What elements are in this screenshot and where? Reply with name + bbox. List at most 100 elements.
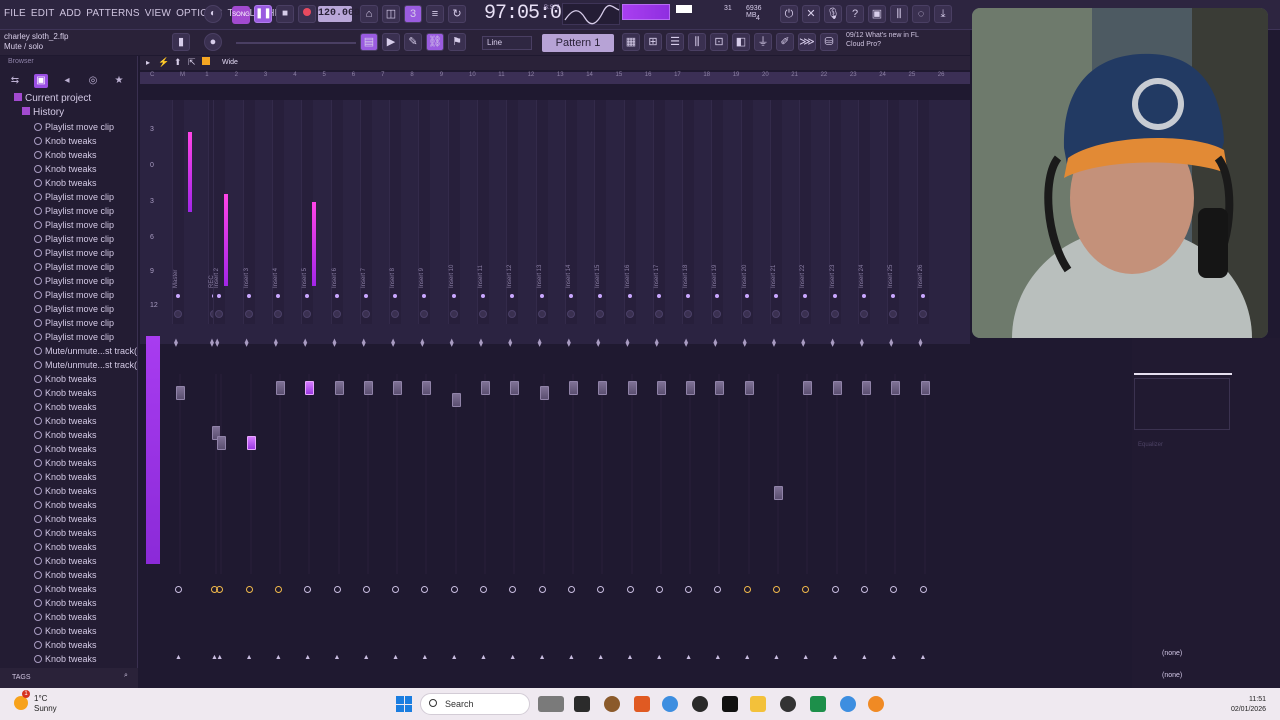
stop-button[interactable]: ■: [276, 5, 294, 23]
mixer-strip[interactable]: [506, 100, 519, 324]
mixer-strip[interactable]: [652, 100, 665, 324]
terminal-icon[interactable]: [574, 696, 590, 712]
record-app-icon[interactable]: [692, 696, 708, 712]
taskbar-clock[interactable]: 11:51 02/01/2026: [1231, 695, 1266, 715]
history-item[interactable]: Knob tweaks: [0, 148, 137, 162]
volume-fader[interactable]: [305, 381, 315, 395]
pan-knob[interactable]: [537, 310, 546, 318]
fx-enable-switch[interactable]: [860, 586, 868, 593]
history-item[interactable]: Knob tweaks: [0, 470, 137, 484]
history-item[interactable]: Playlist move clip: [0, 204, 137, 218]
volume-fader[interactable]: [568, 381, 578, 395]
route-indicator[interactable]: [334, 294, 339, 298]
volume-fader[interactable]: [861, 381, 871, 395]
mixer-strip[interactable]: [172, 100, 184, 324]
piano-roll-icon[interactable]: ▦: [622, 33, 640, 51]
route-indicator[interactable]: [451, 294, 456, 298]
link-icon[interactable]: ⛓: [426, 33, 444, 51]
mixer-strip[interactable]: [857, 100, 870, 324]
send-arrow-icon[interactable]: ▲: [451, 654, 458, 661]
history-item[interactable]: Knob tweaks: [0, 652, 137, 666]
playlist-icon[interactable]: ▤: [360, 33, 378, 51]
route-indicator[interactable]: [176, 294, 180, 298]
stereo-separation-icon[interactable]: ⧫: [215, 338, 219, 347]
stereo-separation-icon[interactable]: ⧫: [479, 338, 483, 347]
microphone-icon[interactable]: 🎙: [824, 5, 842, 23]
countdown-icon[interactable]: 3: [404, 5, 422, 23]
volume-fader[interactable]: [686, 381, 696, 395]
fx-enable-switch[interactable]: [245, 586, 253, 593]
stereo-separation-icon[interactable]: ⧫: [274, 338, 278, 347]
mixer-strip[interactable]: [770, 100, 782, 324]
send-arrow-icon[interactable]: ▲: [363, 654, 370, 661]
mixer-strip[interactable]: [447, 100, 460, 324]
history-item[interactable]: Playlist move clip: [0, 330, 137, 344]
stereo-separation-icon[interactable]: ⧫: [391, 338, 395, 347]
github-icon[interactable]: [780, 696, 796, 712]
history-item[interactable]: Knob tweaks: [0, 582, 137, 596]
mixer-strip[interactable]: [242, 100, 255, 324]
stereo-separation-icon[interactable]: ⧫: [174, 338, 178, 347]
route-indicator[interactable]: [861, 294, 866, 298]
history-item[interactable]: Playlist move clip: [0, 260, 137, 274]
fx-enable-switch[interactable]: [919, 586, 927, 593]
mixer-strip[interactable]: [535, 100, 548, 324]
play-button[interactable]: ❚❚: [254, 5, 272, 23]
channel-rack-icon[interactable]: ⊞: [644, 33, 662, 51]
volume-fader[interactable]: [422, 381, 432, 395]
tree-current-project[interactable]: Current project: [0, 92, 137, 106]
record-button[interactable]: [298, 5, 316, 23]
send-arrow-icon[interactable]: ▲: [509, 654, 516, 661]
pan-knob[interactable]: [918, 310, 927, 318]
history-item[interactable]: Knob tweaks: [0, 162, 137, 176]
volume-fader[interactable]: [275, 381, 285, 395]
history-item[interactable]: Mute/unmute...st track(s): [0, 358, 137, 372]
history-item[interactable]: Knob tweaks: [0, 526, 137, 540]
excel-icon[interactable]: [810, 696, 826, 712]
snap-select[interactable]: Line: [482, 36, 532, 50]
pan-knob[interactable]: [449, 310, 458, 318]
send-arrow-icon[interactable]: ▲: [597, 654, 604, 661]
send-arrow-icon[interactable]: ▲: [175, 654, 182, 661]
stereo-separation-icon[interactable]: ⧫: [245, 338, 249, 347]
fx-enable-switch[interactable]: [802, 586, 810, 593]
stereo-separation-icon[interactable]: ⧫: [420, 338, 424, 347]
menu-file[interactable]: FILE: [4, 8, 26, 19]
volume-fader[interactable]: [774, 486, 783, 500]
history-item[interactable]: Playlist move clip: [0, 288, 137, 302]
menu-add[interactable]: ADD: [60, 8, 82, 19]
mixer-strip[interactable]: [887, 100, 900, 324]
route-indicator[interactable]: [774, 294, 778, 298]
history-item[interactable]: Knob tweaks: [0, 386, 137, 400]
route-indicator[interactable]: [275, 294, 280, 298]
stereo-separation-icon[interactable]: ⧫: [801, 338, 805, 347]
stereo-separation-icon[interactable]: ⧫: [596, 338, 600, 347]
star-icon[interactable]: ★: [112, 74, 126, 88]
send-arrow-icon[interactable]: ▲: [656, 654, 663, 661]
fx-enable-switch[interactable]: [480, 586, 487, 593]
collapse-icon[interactable]: ⇆: [8, 74, 22, 88]
mixer-strip[interactable]: [271, 100, 284, 324]
history-item[interactable]: Knob tweaks: [0, 624, 137, 638]
stereo-separation-icon[interactable]: ⧫: [655, 338, 659, 347]
fx-enable-switch[interactable]: [450, 586, 458, 593]
volume-fader[interactable]: [539, 386, 549, 400]
history-item[interactable]: Knob tweaks: [0, 442, 137, 456]
fx-enable-switch[interactable]: [421, 586, 429, 593]
pan-knob[interactable]: [361, 310, 370, 318]
loop-record-icon[interactable]: ↻: [448, 5, 466, 23]
stereo-separation-icon[interactable]: ⧫: [831, 338, 835, 347]
stereo-separation-icon[interactable]: ⧫: [538, 338, 542, 347]
route-indicator[interactable]: [832, 294, 837, 298]
stereo-separation-icon[interactable]: ⧫: [567, 338, 571, 347]
history-item[interactable]: Playlist move clip: [0, 246, 137, 260]
send-arrow-icon[interactable]: ▲: [714, 654, 721, 661]
stereo-separation-icon[interactable]: ⧫: [362, 338, 366, 347]
brush-icon[interactable]: ✐: [776, 33, 794, 51]
route-indicator[interactable]: [363, 294, 368, 298]
mixer-strip[interactable]: [477, 100, 489, 324]
stereo-separation-icon[interactable]: ⧫: [860, 338, 864, 347]
project-view-icon[interactable]: ▣: [34, 74, 48, 88]
save-icon[interactable]: ▣: [868, 5, 886, 23]
mixer-view-mode[interactable]: Wide: [222, 59, 238, 66]
